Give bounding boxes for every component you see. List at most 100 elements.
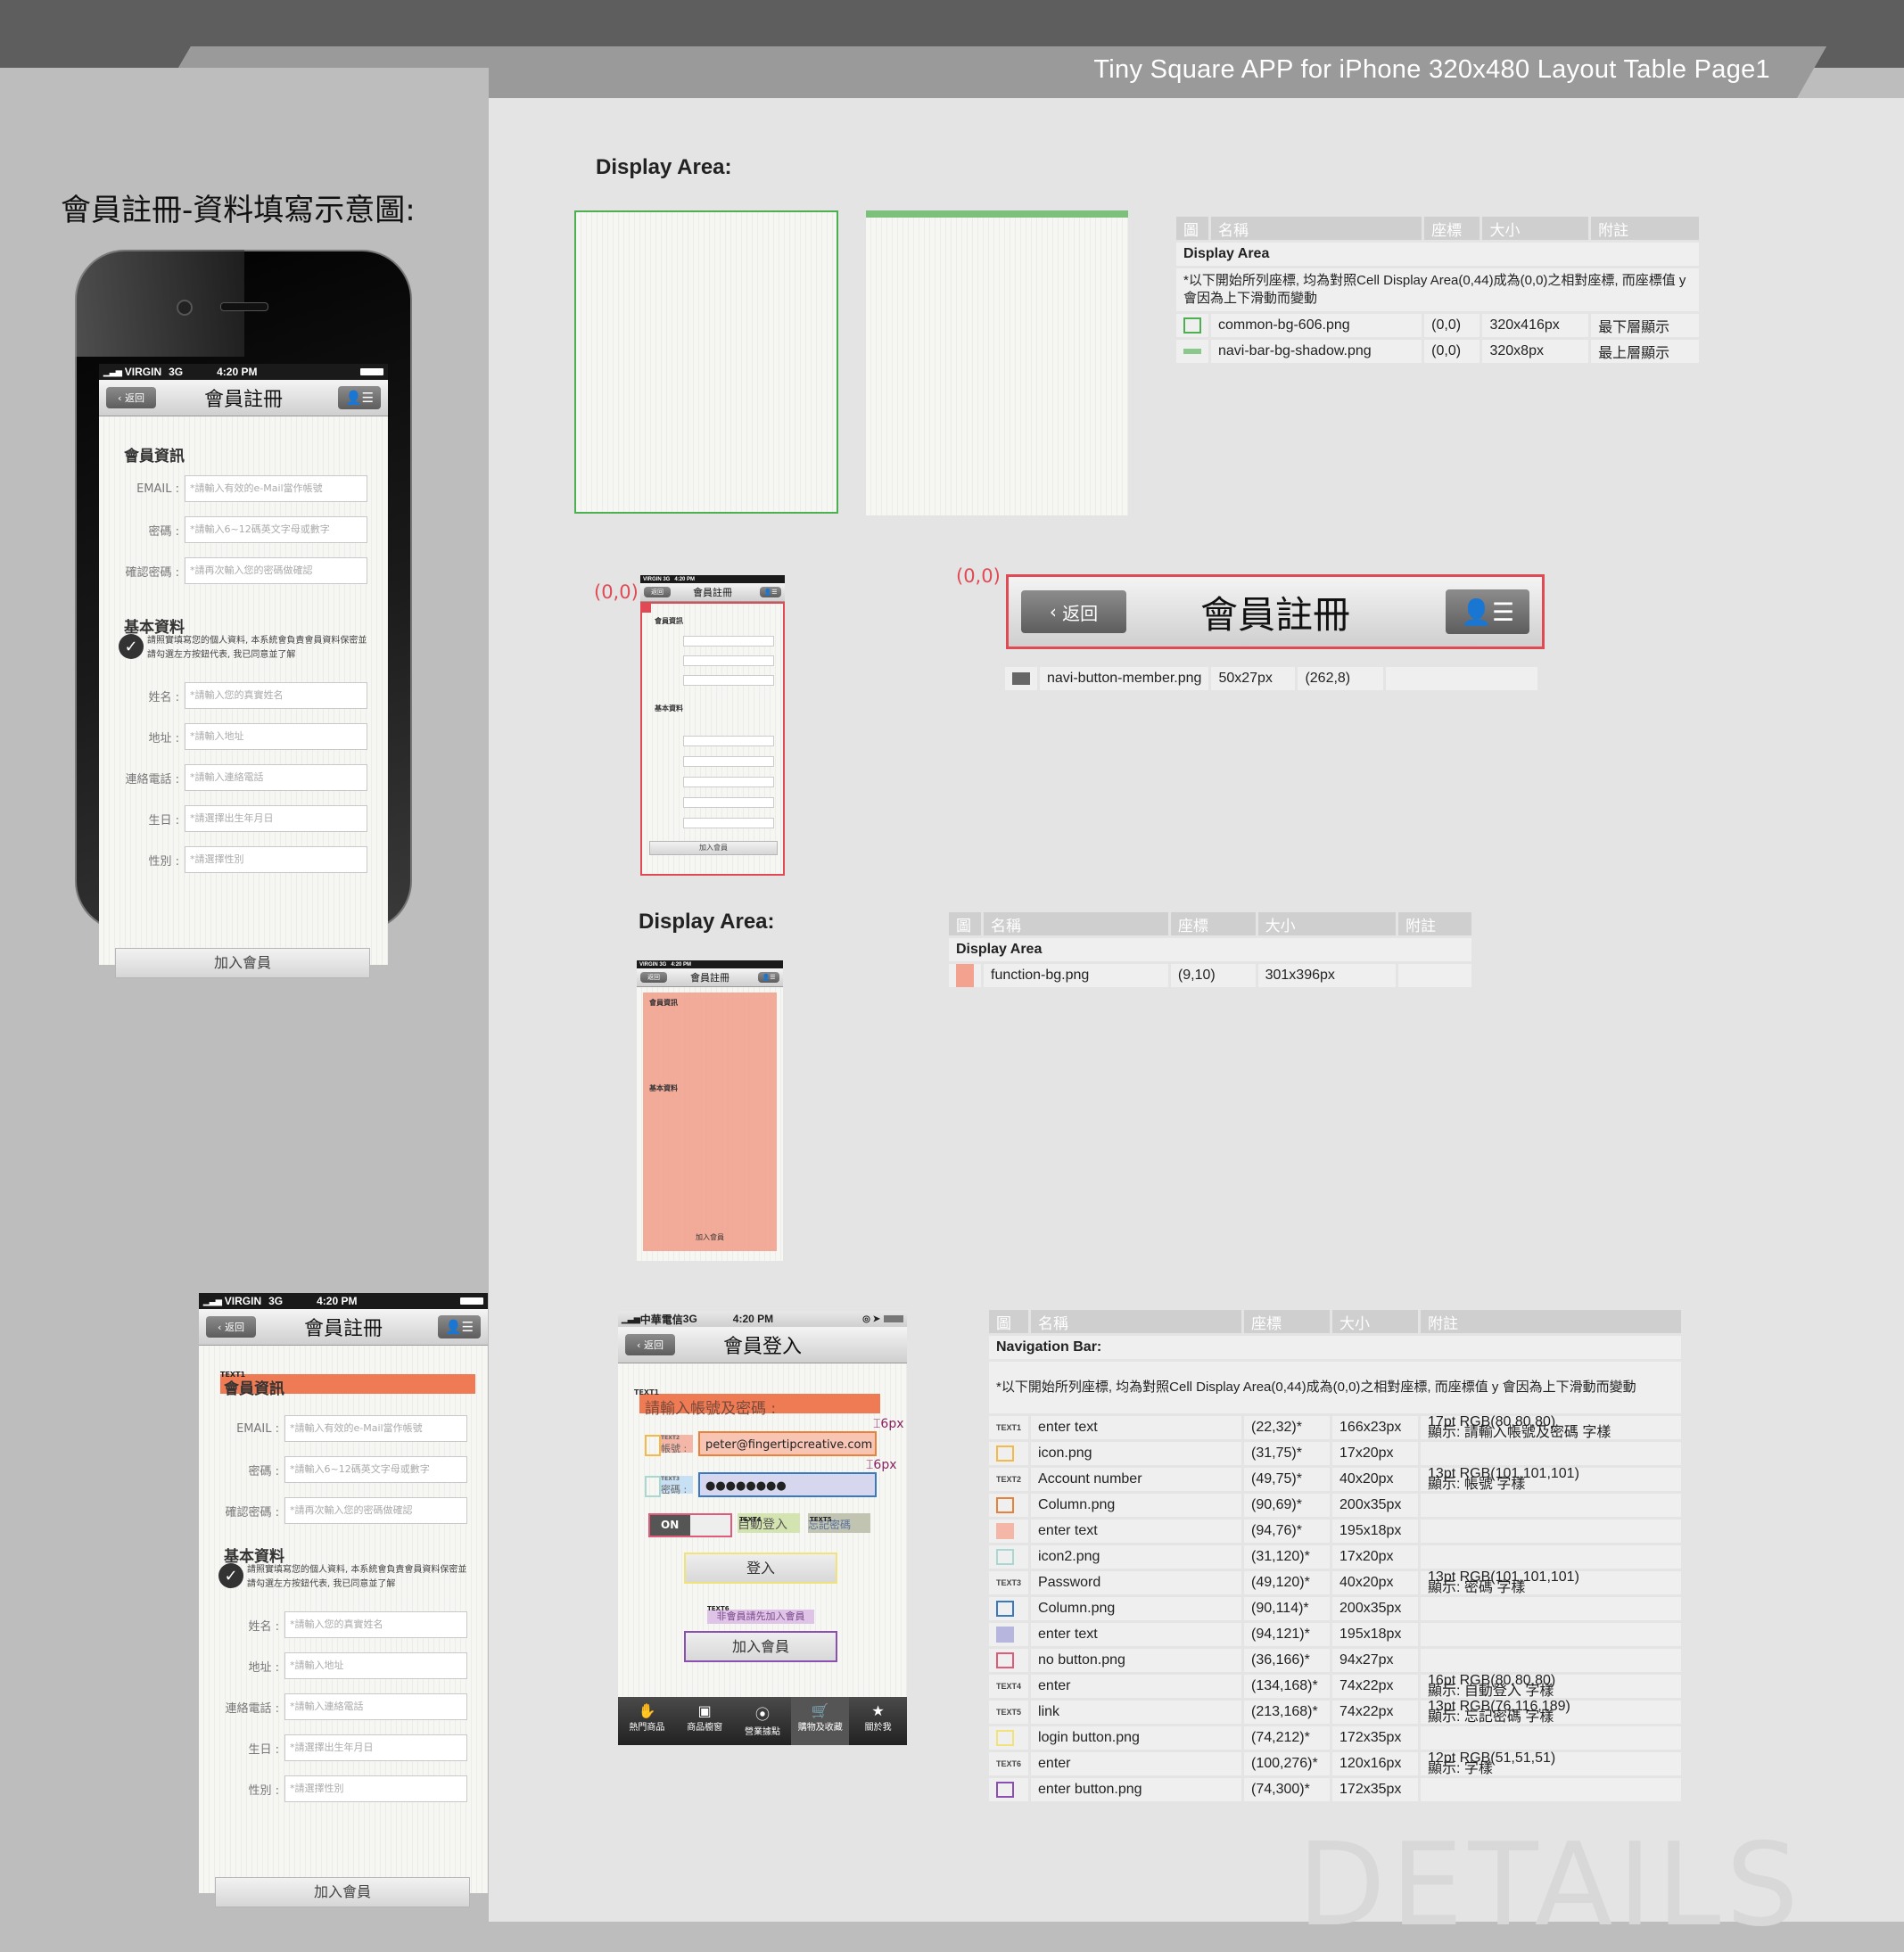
col-header: 名稱 — [1211, 217, 1422, 240]
password-input[interactable]: *請輸入6~12碼英文字母或數字 — [284, 1456, 467, 1483]
color-swatch — [996, 1445, 1014, 1462]
function-bg-thumbnail: VIRGIN 3G 4:20 PM 返回 會員註冊 👤☰ 會員資訊 基本資料 加… — [637, 960, 783, 1261]
field-label: 連絡電話 : — [225, 1701, 279, 1716]
field-label: 性別 : — [148, 854, 179, 869]
consent-text: 請照實填寫您的個人資料, 本系統會負責會員資料保密並請勾選左方按鈕代表, 我已同… — [147, 636, 367, 660]
auto-login-toggle[interactable]: ON — [648, 1513, 732, 1537]
thumb-navbar: 返回 會員註冊 👤☰ — [640, 583, 785, 602]
account-label-box: TEXT2 帳號 : — [661, 1435, 693, 1454]
tab-label: 熱門商品 — [629, 1723, 665, 1733]
login-content: TEXT1 請輸入帳號及密碼 : ⌶6px TEXT2 帳號 : peter@fi… — [618, 1363, 907, 1697]
member-button[interactable]: 👤☰ — [1446, 589, 1529, 634]
field-label: 連絡電話 : — [125, 772, 179, 787]
field-label: 性別 : — [248, 1783, 279, 1798]
cart-icon: 🛒 — [811, 1702, 829, 1719]
member-button[interactable]: 👤☰ — [758, 972, 779, 983]
swatch-cell — [1176, 314, 1208, 337]
row-coord: (31,120)* — [1244, 1545, 1331, 1569]
gender-input[interactable]: *請選擇性別 — [284, 1775, 467, 1802]
status-time: 4:20 PM — [317, 1295, 358, 1307]
name-input[interactable]: *請輸入您的真實姓名 — [284, 1611, 467, 1638]
nav-bar: ‹ 返回 會員註冊 👤☰ — [199, 1309, 488, 1346]
birthday-input[interactable]: *請選擇出生年月日 — [185, 805, 367, 832]
account-input[interactable]: peter@fingertipcreative.com — [698, 1431, 877, 1456]
forgot-password-link[interactable]: TEXT5 忘記密碼 — [808, 1513, 870, 1533]
tab-shopping[interactable]: 🛒 購物及收藏 — [791, 1697, 850, 1745]
register-thumbnail: VIRGIN 3G 4:20 PM 返回 會員註冊 👤☰ 會員資訊 基本資料 加… — [640, 575, 785, 877]
tab-locations[interactable]: ⦿ 營業據點 — [734, 1697, 792, 1745]
back-button[interactable]: ‹ 返回 — [625, 1334, 675, 1355]
signal-icon: ▁▃▅ — [103, 367, 122, 376]
back-button[interactable]: 返回 — [640, 972, 667, 983]
network-label: 3G — [659, 961, 667, 968]
password-input[interactable]: *請輸入6~12碼英文字母或數字 — [185, 516, 367, 543]
swatch-cell: TEXT2 — [989, 1468, 1029, 1491]
gender-input[interactable]: *請選擇性別 — [185, 846, 367, 873]
back-button[interactable]: ‹ 返回 — [1021, 590, 1126, 633]
tab-label: 商品櫥窗 — [687, 1723, 723, 1733]
thumb-join-button: 加入會員 — [649, 841, 778, 855]
row-coord: (31,75)* — [1244, 1442, 1331, 1465]
address-input[interactable]: *請輸入地址 — [284, 1652, 467, 1679]
nonmember-text: TEXT6 非會員請先加入會員 — [707, 1605, 814, 1624]
address-input[interactable]: *請輸入地址 — [185, 723, 367, 750]
tab-hot-products[interactable]: ✋ 熱門商品 — [618, 1697, 676, 1745]
form-row-phone: 連絡電話 : *請輸入連絡電話 — [108, 757, 367, 798]
email-input[interactable]: *請輸入有效的e-Mail當作帳號 — [185, 475, 367, 502]
back-label: 返回 — [647, 974, 660, 981]
back-button[interactable]: 返回 — [644, 587, 671, 597]
member-button[interactable]: 👤☰ — [760, 587, 781, 597]
consent-checkbox[interactable]: ✓ — [119, 634, 144, 659]
tab-about[interactable]: ★ 關於我 — [849, 1697, 907, 1745]
signal-icon: ▁▃▅ — [622, 1314, 640, 1323]
form-row-name: 姓名 : *請輸入您的真實姓名 — [208, 1604, 467, 1645]
field-label: 確認密碼 : — [125, 565, 179, 580]
col-header: 大小 — [1257, 912, 1397, 935]
confirm-password-input[interactable]: *請再次輸入您的密碼做確認 — [284, 1497, 467, 1524]
field-label: 密碼 : — [148, 524, 179, 539]
row-coord: (22,32)* — [1244, 1416, 1331, 1439]
join-member-button[interactable]: 加入會員 — [684, 1631, 837, 1662]
note-line: 顯示: 自動登入 字樣 — [1428, 1684, 1554, 1699]
left-heading: 會員註冊-資料填寫示意圖: — [61, 193, 416, 228]
auto-login-label: TEXT4 自動登入 — [738, 1513, 800, 1533]
join-member-button[interactable]: 加入會員 — [215, 1877, 470, 1907]
origin-marker — [642, 604, 651, 613]
birthday-input[interactable]: *請選擇出生年月日 — [284, 1734, 467, 1761]
name-input[interactable]: *請輸入您的真實姓名 — [185, 682, 367, 709]
swatch-cell — [989, 1623, 1029, 1646]
row-name: enter button.png — [1031, 1778, 1242, 1801]
back-button[interactable]: ‹ 返回 — [106, 387, 156, 408]
salmon-swatch — [956, 964, 974, 987]
text-tag: TEXT3 — [996, 1577, 1022, 1587]
row-coord: (262,8) — [1298, 667, 1384, 690]
row-size: 301x396px — [1257, 964, 1397, 987]
nav-bar: ‹ 返回 會員註冊 👤☰ — [99, 380, 388, 416]
navi-button-table: navi-button-member.png 50x27px (262,8) — [1002, 664, 1540, 693]
phone-input[interactable]: *請輸入連絡電話 — [185, 764, 367, 791]
consent-checkbox[interactable]: ✓ — [218, 1563, 243, 1588]
form-row-address: 地址 : *請輸入地址 — [108, 716, 367, 757]
phone-input[interactable]: *請輸入連絡電話 — [284, 1693, 467, 1720]
join-member-button[interactable]: 加入會員 — [115, 948, 370, 978]
password-input[interactable]: ●●●●●●●● — [698, 1472, 877, 1497]
phone-glare — [75, 250, 244, 357]
login-button[interactable]: 登入 — [684, 1553, 837, 1584]
swatch-cell — [989, 1442, 1029, 1465]
text2-tag: TEXT2 — [661, 1435, 680, 1441]
table-row: login button.png (74,212)* 172x35px — [989, 1726, 1681, 1750]
confirm-password-input[interactable]: *請再次輸入您的密碼做確認 — [185, 557, 367, 584]
nonmember-label: 非會員請先加入會員 — [716, 1610, 805, 1622]
row-note — [1421, 1494, 1681, 1517]
back-button[interactable]: ‹ 返回 — [206, 1316, 256, 1338]
member-button[interactable]: 👤☰ — [438, 1315, 481, 1338]
color-swatch — [996, 1626, 1014, 1643]
row-name: no button.png — [1031, 1649, 1242, 1672]
tab-showcase[interactable]: ▣ 商品櫥窗 — [676, 1697, 734, 1745]
email-input[interactable]: *請輸入有效的e-Mail當作帳號 — [284, 1415, 467, 1442]
table-row: TEXT2 Account number (49,75)* 40x20px 13pt R… — [989, 1467, 1681, 1492]
screen-content: TEXT1 會員資訊 EMAIL : *請輸入有效的e-Mail當作帳號 密碼 :… — [199, 1346, 488, 1907]
member-button[interactable]: 👤☰ — [338, 386, 381, 409]
table-row: common-bg-606.png (0,0) 320x416px 最下層顯示 — [1176, 314, 1699, 337]
carrier-label: VIRGIN — [643, 576, 662, 582]
